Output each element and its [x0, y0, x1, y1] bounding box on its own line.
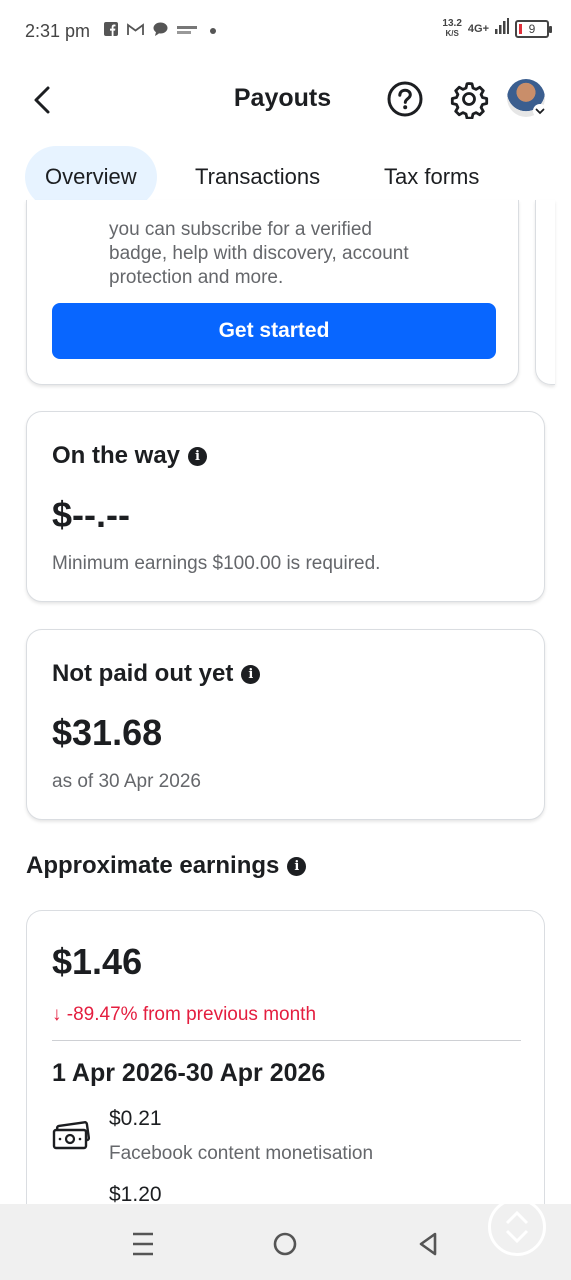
- home-icon[interactable]: [265, 1224, 305, 1264]
- cash-icon: [52, 1121, 91, 1151]
- system-nav-bar: [0, 1204, 571, 1280]
- speed-unit: K/S: [445, 28, 459, 38]
- help-icon[interactable]: [386, 80, 424, 118]
- row-amount: $0.21: [109, 1107, 162, 1130]
- tab-tax-forms[interactable]: Tax forms: [384, 146, 479, 208]
- notification-icons: [104, 22, 216, 39]
- chat-icon: [153, 22, 168, 39]
- page-title-text: Payouts: [233, 84, 332, 112]
- tab-bar: Overview Transactions Tax forms: [0, 146, 571, 208]
- row-label: Facebook content monetisation: [109, 1143, 374, 1164]
- not-paid-out-amount: $31.68: [52, 712, 163, 753]
- on-the-way-amount: $--.--: [52, 494, 130, 535]
- on-the-way-note: Minimum earnings $100.00 is required.: [52, 553, 381, 574]
- menu-icon[interactable]: [123, 1224, 163, 1264]
- status-time: 2:31 pm: [25, 21, 91, 41]
- promo-text: you can subscribe for a verified badge, …: [109, 219, 409, 288]
- chevron-down-icon[interactable]: [533, 104, 547, 118]
- divider: [52, 1040, 521, 1041]
- earnings-period: 1 Apr 2026-30 Apr 2026: [52, 1059, 326, 1087]
- earnings-change: ↓ -89.47% from previous month: [52, 1004, 317, 1025]
- approximate-earnings-heading: Approximate earnings i: [26, 852, 307, 880]
- app-icon: [177, 23, 197, 38]
- network-speed: 13.2 K/S: [442, 17, 462, 39]
- on-the-way-title: On the way: [52, 442, 181, 469]
- promo-card: you can subscribe for a verified badge, …: [26, 200, 519, 385]
- section-title: Approximate earnings: [26, 852, 280, 879]
- on-the-way-heading: On the way i: [52, 442, 208, 470]
- info-icon[interactable]: i: [241, 664, 261, 684]
- info-icon[interactable]: i: [287, 856, 307, 876]
- signal-icon: [495, 18, 509, 39]
- more-notifications-dot: [210, 27, 216, 34]
- speed-value: 13.2: [442, 17, 462, 29]
- info-icon[interactable]: i: [188, 446, 208, 466]
- not-paid-out-title: Not paid out yet: [52, 660, 234, 687]
- status-right: 13.2 K/S 4G+ 9: [442, 17, 552, 39]
- approximate-earnings-card: $1.46 ↓ -89.47% from previous month 1 Ap…: [26, 910, 545, 1210]
- on-the-way-card: On the way i $--.-- Minimum earnings $10…: [26, 411, 545, 602]
- get-started-button[interactable]: Get started: [52, 303, 496, 359]
- not-paid-out-card: Not paid out yet i $31.68 as of 30 Apr 2…: [26, 629, 545, 820]
- battery-level: 9: [528, 21, 536, 36]
- earnings-amount: $1.46: [52, 941, 143, 982]
- app-header: Payouts: [0, 62, 571, 138]
- battery-icon: 9: [515, 19, 552, 38]
- gear-icon[interactable]: [449, 79, 489, 120]
- facebook-icon: [104, 22, 118, 39]
- status-bar: 2:31 pm 13.2 K/S 4G+ 9: [0, 0, 571, 62]
- tab-overview[interactable]: Overview: [25, 146, 157, 208]
- network-type: 4G+: [467, 22, 489, 35]
- not-paid-out-note: as of 30 Apr 2026: [52, 771, 201, 792]
- tab-transactions[interactable]: Transactions: [195, 146, 320, 208]
- gmail-icon: [127, 22, 144, 39]
- nav-back-icon[interactable]: [408, 1224, 448, 1264]
- not-paid-out-heading: Not paid out yet i: [52, 660, 261, 688]
- next-promo-card[interactable]: [535, 200, 555, 385]
- watermark-logo: [488, 1198, 546, 1256]
